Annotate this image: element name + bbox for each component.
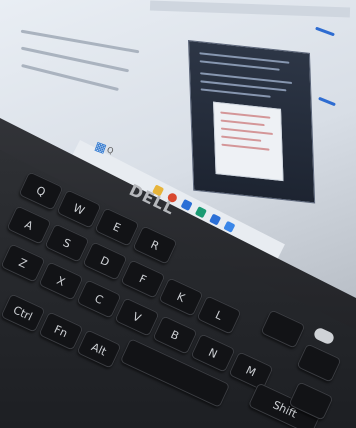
dark-app-window [188,40,316,204]
popup-text-line [221,135,262,142]
popup-text-line [220,119,265,127]
popup-text-line [220,111,271,119]
popup-panel [213,101,284,182]
edge-icon [180,198,193,212]
window-text-line [199,60,280,71]
store-icon [209,213,222,226]
screen-link [318,96,336,107]
browser-tabbar [149,0,351,18]
screen-link [315,26,335,37]
screen-text-row [21,63,119,92]
popup-text-line [220,127,273,136]
photo: ▦ Q DELL Q W E R A S D F K L Z X C V B N… [0,0,356,428]
app-icon [194,206,207,219]
popup-text-line [221,143,270,151]
mail-icon [223,220,236,233]
window-text-line [200,88,271,98]
